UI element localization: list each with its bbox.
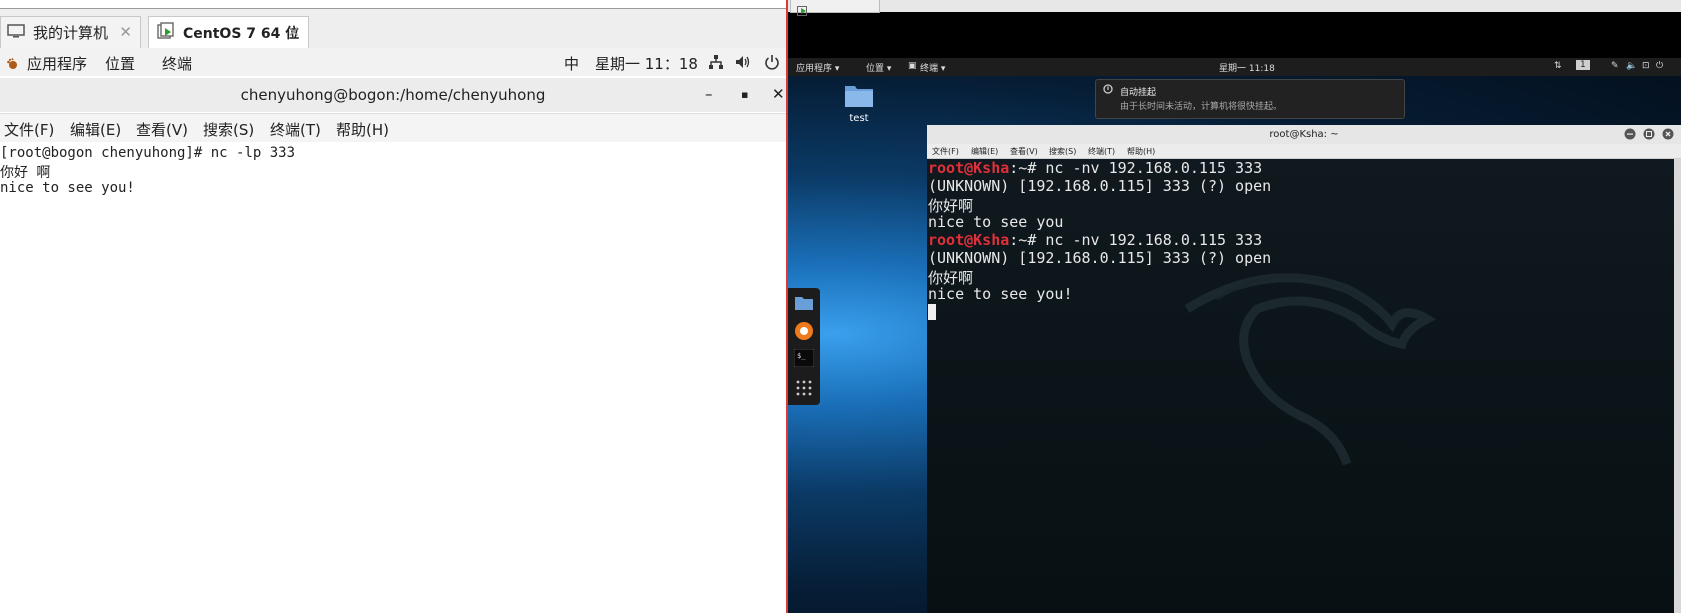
kali-dragon-watermark [1184, 273, 1437, 466]
svg-text:$_: $_ [797, 352, 806, 360]
input-method-indicator[interactable]: 中 [564, 53, 579, 74]
notification-title: 自动挂起 [1120, 88, 1157, 98]
menu-terminal[interactable]: 终端(T) [1088, 146, 1115, 157]
suspend-notification[interactable]: 自动挂起 由于长时间未活动，计算机将很快挂起。 [1095, 79, 1405, 119]
terminal-cursor [928, 304, 936, 320]
tab-label: CentOS 7 64 位 [183, 26, 300, 42]
menu-terminal[interactable]: 终端(T) [270, 119, 321, 140]
monitor-icon [7, 23, 25, 42]
lock-icon[interactable]: ⊡ [1642, 61, 1650, 71]
menu-view[interactable]: 查看(V) [136, 119, 188, 140]
tab-my-computer[interactable]: 我的计算机 ✕ [0, 16, 141, 49]
kali-window-title: root@Ksha: ~ [1269, 129, 1339, 140]
menu-edit[interactable]: 编辑(E) [971, 146, 998, 157]
pen-icon[interactable]: ✎ [1611, 61, 1619, 71]
kali-places-menu[interactable]: 位置 ▾ [866, 61, 891, 74]
terminal-output[interactable]: [root@bogon chenyuhong]# nc -lp 333 你好 啊… [0, 142, 786, 613]
terminal-menubar: 文件(F) 编辑(E) 查看(V) 搜索(S) 终端(T) 帮助(H) [0, 113, 786, 143]
gnome-foot-icon [6, 56, 18, 74]
terminal-line: 你好 啊 [0, 165, 51, 181]
prompt-user: root@Ksha [928, 159, 1010, 177]
power-icon[interactable]: ⏻ [1656, 61, 1663, 71]
terminal-line: root@Ksha:~# nc -nv 192.168.0.115 333 [928, 159, 1262, 177]
kali-clock[interactable]: 星期一 11:18 [1219, 61, 1275, 74]
menu-help[interactable]: 帮助(H) [336, 119, 389, 140]
terminal-line: nice to see you! [928, 285, 1073, 303]
folder-icon [844, 86, 874, 112]
terminal-line: nice to see you [928, 213, 1064, 231]
volume-icon[interactable]: 🔈 [1626, 61, 1637, 71]
kali-terminal-window: root@Ksha: ~ 文件(F) 编辑(E) 查看(V) 搜索(S) 终端(… [927, 125, 1681, 613]
terminal-scrollbar[interactable] [1674, 159, 1681, 613]
applications-menu[interactable]: 应用程序 [27, 53, 87, 74]
network-icon[interactable]: ⇅ [1554, 61, 1562, 71]
workspace-indicator[interactable]: 1 [1576, 60, 1590, 70]
tab-centos[interactable]: CentOS 7 64 位 ✕ [148, 16, 309, 49]
power-icon[interactable] [764, 54, 780, 74]
clock[interactable]: 星期一 11：18 [595, 53, 698, 74]
menu-edit[interactable]: 编辑(E) [70, 119, 121, 140]
terminal-line: (UNKNOWN) [192.168.0.115] 333 (?) open [928, 249, 1272, 267]
prompt-tail: :~# [1009, 159, 1046, 177]
terminal-app-menu[interactable]: 终端 [162, 53, 192, 74]
places-menu[interactable]: 位置 [105, 53, 135, 74]
files-icon[interactable] [794, 295, 814, 315]
prompt-tail: :~# [1009, 231, 1046, 249]
notification-body: 由于长时间未活动，计算机将很快挂起。 [1120, 102, 1283, 112]
window-title: chenyuhong@bogon:/home/chenyuhong [240, 86, 546, 104]
kali-terminal-output[interactable]: root@Ksha:~# nc -nv 192.168.0.115 333 (U… [927, 159, 1681, 613]
show-apps-icon[interactable] [796, 380, 812, 400]
close-window-icon[interactable] [1662, 128, 1674, 143]
kali-terminal-titlebar: root@Ksha: ~ [927, 125, 1681, 144]
terminal-line: (UNKNOWN) [192.168.0.115] 333 (?) open [928, 177, 1272, 195]
terminal-line: [root@bogon chenyuhong]# nc -lp 333 [0, 145, 296, 161]
command-text: nc -nv 192.168.0.115 333 [1045, 159, 1263, 177]
menu-file[interactable]: 文件(F) [932, 146, 959, 157]
notification-icon [1103, 84, 1113, 97]
kali-applications-menu[interactable]: 应用程序 ▾ [796, 61, 839, 74]
terminal-titlebar: chenyuhong@bogon:/home/chenyuhong – ▪ ✕ [0, 78, 786, 112]
maximize-icon[interactable]: ▪ [741, 88, 748, 101]
menu-search[interactable]: 搜索(S) [1049, 146, 1076, 157]
terminal-line: nice to see you! [0, 180, 135, 196]
close-tab-icon[interactable]: ✕ [287, 23, 300, 41]
network-icon[interactable] [708, 54, 724, 74]
kali-dock: $_ [788, 288, 820, 405]
tab-kali[interactable] [790, 0, 880, 16]
terminal-line: root@Ksha:~# nc -nv 192.168.0.115 333 [928, 231, 1262, 249]
gnome-top-bar: 应用程序 位置 终端 中 星期一 11：18 [0, 48, 786, 76]
vm-icon [797, 1, 809, 20]
vm-tab-bar: 我的计算机 ✕ CentOS 7 64 位 ✕ [0, 8, 786, 49]
kali-vm-panel: 应用程序 ▾ 位置 ▾ ▣ 终端 ▾ 星期一 11:18 ⇅ 1 ✎ 🔈 ⊡ ⏻… [788, 0, 1681, 613]
terminal-icon[interactable]: $_ [793, 348, 815, 371]
tab-label: 我的计算机 [33, 24, 109, 42]
kali-vm-tab-strip [788, 0, 1681, 12]
kali-terminal-menubar: 文件(F) 编辑(E) 查看(V) 搜索(S) 终端(T) 帮助(H) [927, 144, 1681, 159]
command-text: nc -nv 192.168.0.115 333 [1045, 231, 1263, 249]
folder-label: test [849, 113, 869, 124]
vm-icon [157, 22, 175, 44]
kali-terminal-menu[interactable]: 终端 ▾ [920, 61, 945, 74]
minimize-icon[interactable]: – [705, 85, 713, 103]
close-window-icon[interactable]: ✕ [772, 85, 785, 103]
desktop-folder-test[interactable]: test [844, 82, 874, 124]
browser-icon[interactable] [794, 321, 814, 345]
terminal-icon: ▣ [908, 61, 917, 71]
prompt-user: root@Ksha [928, 231, 1010, 249]
menu-search[interactable]: 搜索(S) [203, 119, 254, 140]
menu-file[interactable]: 文件(F) [4, 119, 54, 140]
menu-view[interactable]: 查看(V) [1010, 146, 1038, 157]
minimize-icon[interactable] [1624, 128, 1636, 143]
volume-icon[interactable] [735, 54, 751, 74]
kali-desktop: test 自动挂起 由于长时间未活动，计算机将很快挂起。 $_ root@Ksh… [788, 76, 1681, 613]
centos-vm-panel: 我的计算机 ✕ CentOS 7 64 位 ✕ 应用程序 位置 终端 中 星期一… [0, 0, 786, 613]
menu-help[interactable]: 帮助(H) [1127, 146, 1155, 157]
close-tab-icon[interactable]: ✕ [119, 23, 132, 41]
maximize-icon[interactable] [1643, 128, 1655, 143]
kali-top-bar: 应用程序 ▾ 位置 ▾ ▣ 终端 ▾ 星期一 11:18 ⇅ 1 ✎ 🔈 ⊡ ⏻ [788, 58, 1681, 76]
